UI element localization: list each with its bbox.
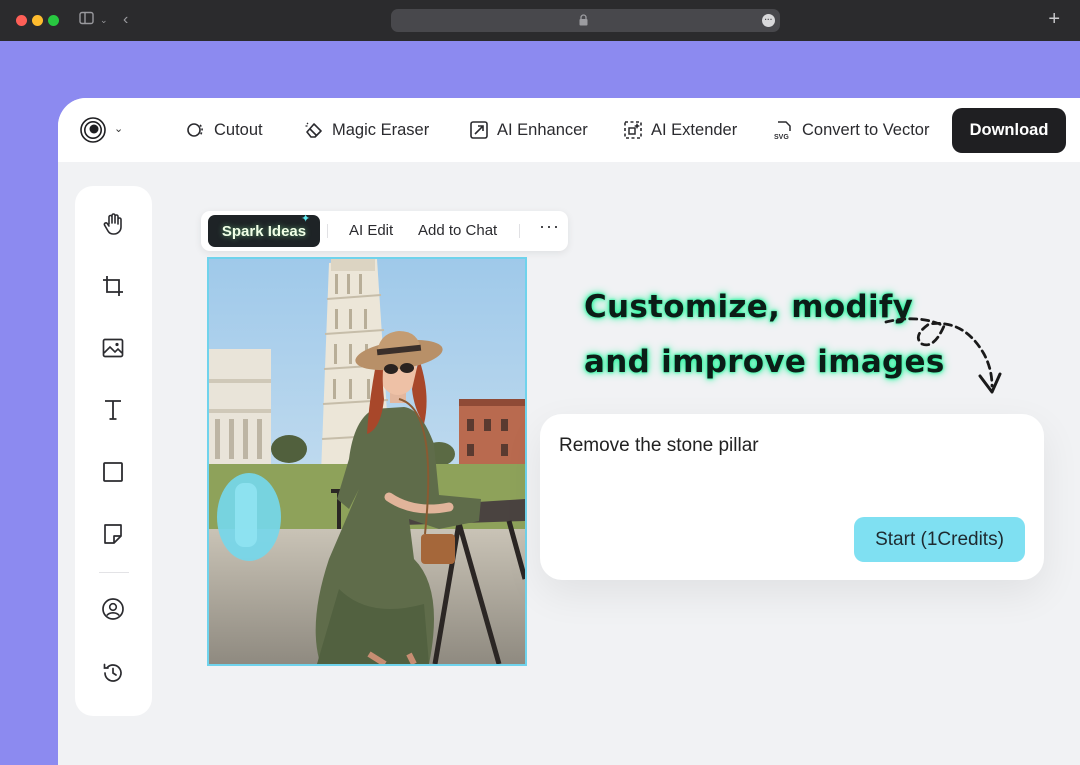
svg-file-icon: SVG (774, 121, 791, 140)
sidebar-toggle-icon[interactable] (79, 11, 95, 29)
sidebar-divider (99, 572, 129, 573)
minimize-window-button[interactable] (32, 15, 43, 26)
ai-enhancer-tool[interactable]: AI Enhancer (469, 118, 588, 142)
new-tab-icon[interactable]: + (1048, 9, 1060, 29)
ai-edit-button[interactable]: AI Edit (349, 222, 393, 239)
magic-eraser-label: Magic Eraser (332, 120, 430, 139)
crop-icon[interactable] (101, 274, 125, 298)
app-window: ⌄ Cutout Magic Eraser AI Enhancer AI Ext… (58, 98, 1080, 765)
rectangle-icon[interactable] (101, 460, 125, 484)
address-bar[interactable]: ··· (391, 9, 780, 32)
leaning-tower-photo (209, 259, 525, 664)
magic-eraser-tool[interactable]: Magic Eraser (304, 118, 429, 142)
more-options-button[interactable]: ··· (539, 216, 560, 237)
convert-to-vector-label: Convert to Vector (802, 120, 930, 139)
history-icon[interactable] (101, 661, 125, 685)
ai-extender-tool[interactable]: AI Extender (623, 118, 737, 142)
spark-ideas-label: Spark Ideas (221, 222, 307, 240)
text-icon[interactable] (101, 398, 125, 422)
maximize-window-button[interactable] (48, 15, 59, 26)
ai-enhancer-label: AI Enhancer (497, 120, 588, 139)
app-logo-icon[interactable] (80, 117, 106, 143)
convert-to-vector-tool[interactable]: SVG Convert to Vector (774, 118, 929, 142)
cutout-label: Cutout (214, 120, 263, 139)
chevron-down-icon[interactable]: ⌄ (100, 11, 108, 29)
image-icon[interactable] (101, 336, 125, 360)
image-context-toolbar: Spark Ideas ✦ AI Edit Add to Chat ··· (201, 211, 568, 251)
eraser-icon (305, 122, 322, 138)
cutout-tool[interactable]: Cutout (186, 118, 263, 142)
top-toolbar: ⌄ Cutout Magic Eraser AI Enhancer AI Ext… (58, 98, 1080, 162)
ai-extender-label: AI Extender (651, 120, 738, 139)
download-button[interactable]: Download (952, 108, 1066, 153)
start-button[interactable]: Start (1Credits) (854, 517, 1025, 562)
prompt-card: Remove the stone pillar Start (1Credits) (540, 414, 1044, 580)
curved-arrow-doodle (884, 317, 1002, 394)
add-to-chat-button[interactable]: Add to Chat (418, 222, 497, 239)
sticky-note-icon[interactable] (101, 522, 125, 546)
profile-icon[interactable] (101, 597, 125, 621)
enhance-icon (470, 121, 488, 139)
svg-text:SVG: SVG (774, 134, 789, 140)
separator (327, 224, 328, 238)
separator (519, 224, 520, 238)
left-sidebar (75, 186, 152, 716)
logo-menu-chevron-icon[interactable]: ⌄ (114, 122, 123, 135)
extend-icon (624, 121, 642, 139)
prompt-input[interactable]: Remove the stone pillar (559, 435, 759, 457)
sparkle-icon: ✦ (301, 213, 311, 225)
more-options-icon[interactable]: ··· (762, 14, 775, 27)
browser-chrome: ⌄ ‹ ··· + (0, 0, 1080, 41)
hand-icon[interactable] (101, 212, 125, 236)
cutout-icon (187, 123, 203, 137)
back-icon[interactable]: ‹ (123, 11, 128, 29)
selected-image[interactable] (207, 257, 527, 666)
close-window-button[interactable] (16, 15, 27, 26)
lock-icon (579, 14, 588, 26)
